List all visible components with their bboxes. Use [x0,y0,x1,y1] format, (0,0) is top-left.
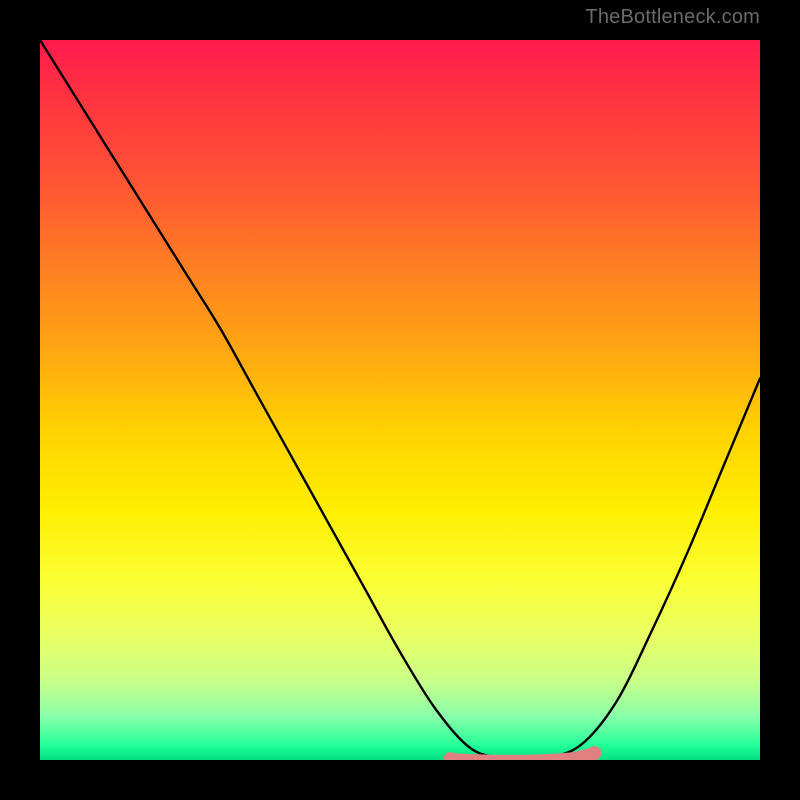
chart-frame: TheBottleneck.com [0,0,800,800]
watermark-text: TheBottleneck.com [585,6,760,29]
plot-area [40,40,760,760]
